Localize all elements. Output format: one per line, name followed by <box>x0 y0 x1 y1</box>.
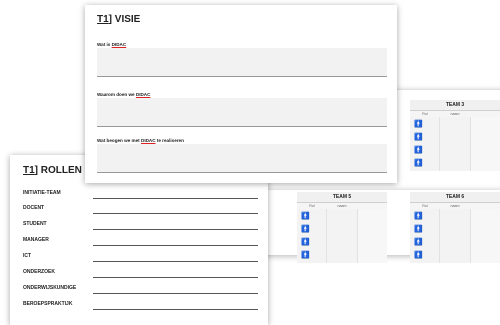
rollen-title-prefix: T1 <box>23 165 35 176</box>
question-label: Waarom doen we DIDAC <box>97 92 151 97</box>
rollen-title: T1] ROLLEN <box>23 165 82 176</box>
team-6-title: TEAM 6 <box>410 192 500 203</box>
role-label: DOCENT <box>23 205 45 211</box>
role-row-manager[interactable]: MANAGER <box>23 237 258 249</box>
role-label: BEROEPSPRAKTIJK <box>23 301 73 307</box>
team-3-title: TEAM 3 <box>410 100 500 111</box>
visie-title-prefix: T1 <box>97 14 109 25</box>
role-row-initiatie-team[interactable]: INITIATIE-TEAM <box>23 190 258 202</box>
person-icon: 🚹 <box>414 252 423 259</box>
team-6-col-naam: naam <box>450 204 460 208</box>
visie-page: T1] VISIE Wat is DIDAC Waarom doen we DI… <box>85 5 397 183</box>
person-icon: 🚹 <box>301 252 310 259</box>
role-label: MANAGER <box>23 237 49 243</box>
person-icon: 🚹 <box>301 213 310 220</box>
role-label: INITIATIE-TEAM <box>23 190 61 196</box>
team-6-card: TEAM 6 Rol naam 🚹 🚹 🚹 🚹 <box>410 192 500 263</box>
answer-field-1[interactable] <box>97 48 387 77</box>
role-row-docent[interactable]: DOCENT <box>23 205 258 217</box>
team-3-card: TEAM 3 Rol naam 🚹 🚹 🚹 🚹 <box>410 100 500 171</box>
team-5-body: 🚹 🚹 🚹 🚹 <box>297 209 387 263</box>
team-5-col-naam: naam <box>337 204 347 208</box>
question-label: Wat is DIDAC <box>97 42 127 47</box>
question-label: Wat beogen we met DIDAC te realiseren <box>97 138 184 143</box>
person-icon: 🚹 <box>414 121 423 128</box>
person-icon: 🚹 <box>414 147 423 154</box>
person-icon: 🚹 <box>301 226 310 233</box>
team-6-col-rol: Rol <box>422 204 428 208</box>
person-icon: 🚹 <box>414 160 423 167</box>
role-label: ONDERWIJSKUNDIGE <box>23 285 77 291</box>
role-row-ict[interactable]: ICT <box>23 253 258 265</box>
person-icon: 🚹 <box>414 226 423 233</box>
role-label: ICT <box>23 253 32 259</box>
role-label: ONDERZOEK <box>23 269 55 275</box>
person-icon: 🚹 <box>301 239 310 246</box>
teams-page-lower: TEAM 5 Rol naam 🚹 🚹 🚹 🚹 TEAM 6 Rol naam <box>255 190 500 263</box>
answer-field-2[interactable] <box>97 98 387 127</box>
team-3-col-naam: naam <box>450 112 460 116</box>
role-row-onderwijskundige[interactable]: ONDERWIJSKUNDIGE <box>23 285 258 297</box>
role-row-student[interactable]: STUDENT <box>23 221 258 233</box>
visie-title: T1] VISIE <box>97 14 140 25</box>
answer-field-3[interactable] <box>97 144 387 173</box>
person-icon: 🚹 <box>414 134 423 141</box>
role-row-onderzoek[interactable]: ONDERZOEK <box>23 269 258 281</box>
team-5-card: TEAM 5 Rol naam 🚹 🚹 🚹 🚹 <box>297 192 387 263</box>
person-icon: 🚹 <box>414 213 423 220</box>
team-3-col-rol: Rol <box>422 112 428 116</box>
role-row-beroepspraktijk[interactable]: BEROEPSPRAKTIJK <box>23 301 258 313</box>
team-6-body: 🚹 🚹 🚹 🚹 <box>410 209 500 263</box>
team-5-col-rol: Rol <box>309 204 315 208</box>
rollen-title-suffix: ] ROLLEN <box>34 165 82 176</box>
team-3-body: 🚹 🚹 🚹 🚹 <box>410 117 500 171</box>
team-5-title: TEAM 5 <box>297 192 387 203</box>
person-icon: 🚹 <box>414 239 423 246</box>
role-label: STUDENT <box>23 221 47 227</box>
visie-title-suffix: ] VISIE <box>108 14 141 25</box>
